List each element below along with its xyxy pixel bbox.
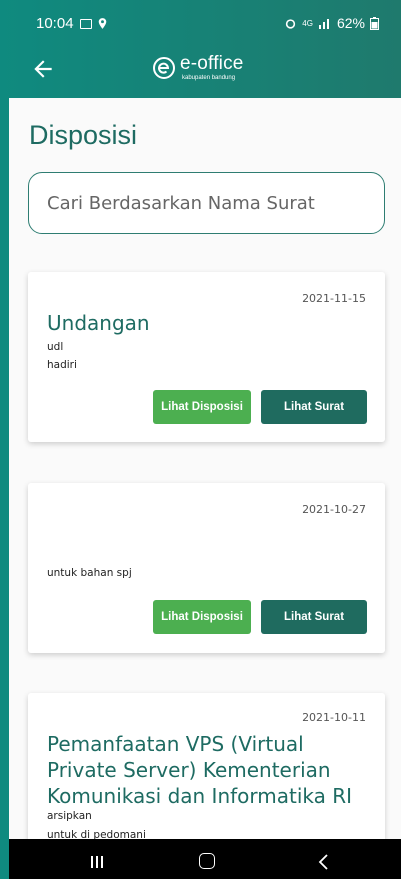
gallery-notification-icon <box>79 18 92 29</box>
search-box <box>28 172 385 234</box>
lihat-disposisi-button[interactable]: Lihat Disposisi <box>153 390 251 424</box>
status-left: 10:04 <box>36 15 107 32</box>
lihat-disposisi-button[interactable]: Lihat Disposisi <box>153 600 251 634</box>
system-nav-bar <box>9 839 401 879</box>
disposisi-card: 2021-10-11 Pemanfaatan VPS (Virtual Priv… <box>28 693 385 839</box>
card-instruction: untuk bahan spj <box>47 567 132 579</box>
card-note: udl <box>47 341 64 353</box>
app-bar: e-office kabupaten bandung <box>0 46 401 98</box>
location-icon <box>98 18 106 29</box>
search-input[interactable] <box>29 173 384 233</box>
card-subject: Pemanfaatan VPS (Virtual Private Server)… <box>47 732 353 808</box>
card-instruction: untuk di pedomani <box>47 829 146 839</box>
card-subject: Undangan <box>47 311 150 335</box>
disposisi-card: 2021-10-27 untuk bahan spj Lihat Disposi… <box>28 483 385 653</box>
signal-icon <box>318 19 329 29</box>
app-logo: e-office kabupaten bandung <box>152 54 244 81</box>
nav-back-icon[interactable] <box>314 852 334 872</box>
battery-percent: 62% <box>336 15 365 31</box>
alarm-icon <box>286 18 296 29</box>
disposisi-card: 2021-11-15 Undangan udl hadiri Lihat Dis… <box>28 272 385 442</box>
card-date: 2021-10-27 <box>302 503 366 516</box>
logo-subtitle: kabupaten bandung <box>182 75 236 81</box>
logo-name: e-office <box>180 53 244 74</box>
main-content: Disposisi 2021-11-15 Undangan udl hadiri… <box>9 98 401 839</box>
page-title: Disposisi <box>29 120 138 150</box>
status-time: 10:04 <box>36 15 74 32</box>
back-arrow-icon[interactable] <box>30 56 56 82</box>
e-logo-icon <box>153 56 175 79</box>
lihat-surat-button[interactable]: Lihat Surat <box>261 600 367 634</box>
card-date: 2021-11-15 <box>302 292 366 305</box>
network-type-icon: 4G <box>302 18 313 28</box>
recent-apps-icon[interactable] <box>91 855 106 873</box>
battery-icon <box>370 16 379 30</box>
card-date: 2021-10-11 <box>302 711 366 724</box>
phone-screen: 10:04 4G 62% e-office kabupaten bandung … <box>0 0 401 879</box>
lihat-surat-button[interactable]: Lihat Surat <box>261 390 367 424</box>
card-instruction: hadiri <box>47 359 77 371</box>
home-icon[interactable] <box>199 853 215 869</box>
card-note: arsipkan <box>47 810 92 822</box>
status-bar: 10:04 4G 62% <box>0 0 401 46</box>
status-right: 4G 62% <box>284 15 379 31</box>
